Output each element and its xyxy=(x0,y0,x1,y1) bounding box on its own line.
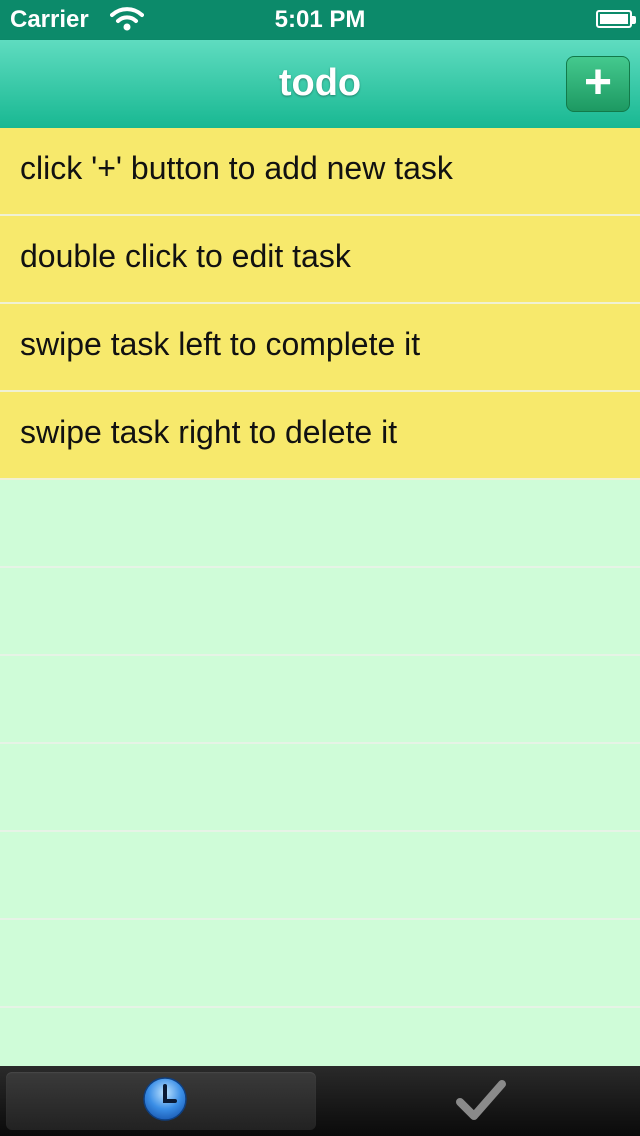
empty-row xyxy=(0,744,640,832)
empty-row xyxy=(0,832,640,920)
task-list: click '+' button to add new task double … xyxy=(0,128,640,1096)
clock-icon xyxy=(143,1077,187,1121)
clock-time: 5:01 PM xyxy=(274,6,366,33)
task-row[interactable]: swipe task left to complete it xyxy=(0,304,640,392)
tab-bar xyxy=(0,1066,640,1136)
empty-row xyxy=(0,656,640,744)
empty-row xyxy=(0,480,640,568)
page-title: todo xyxy=(278,62,362,104)
task-label: click '+' button to add new task xyxy=(20,150,453,186)
task-row[interactable]: click '+' button to add new task xyxy=(0,128,640,216)
navigation-bar: todo + xyxy=(0,40,640,128)
task-row[interactable]: swipe task right to delete it xyxy=(0,392,640,480)
plus-icon: + xyxy=(583,56,613,109)
task-label: swipe task right to delete it xyxy=(20,414,398,450)
checkmark-icon[interactable] xyxy=(456,1078,506,1122)
tab-pending[interactable] xyxy=(6,1072,316,1130)
status-bar: Carrier 5:01 PM xyxy=(0,0,640,40)
add-task-button[interactable]: + xyxy=(566,56,630,112)
task-row[interactable]: double click to edit task xyxy=(0,216,640,304)
empty-row xyxy=(0,568,640,656)
task-label: double click to edit task xyxy=(20,238,351,274)
task-label: swipe task left to complete it xyxy=(20,326,421,362)
empty-row xyxy=(0,920,640,1008)
battery-icon xyxy=(596,10,636,28)
